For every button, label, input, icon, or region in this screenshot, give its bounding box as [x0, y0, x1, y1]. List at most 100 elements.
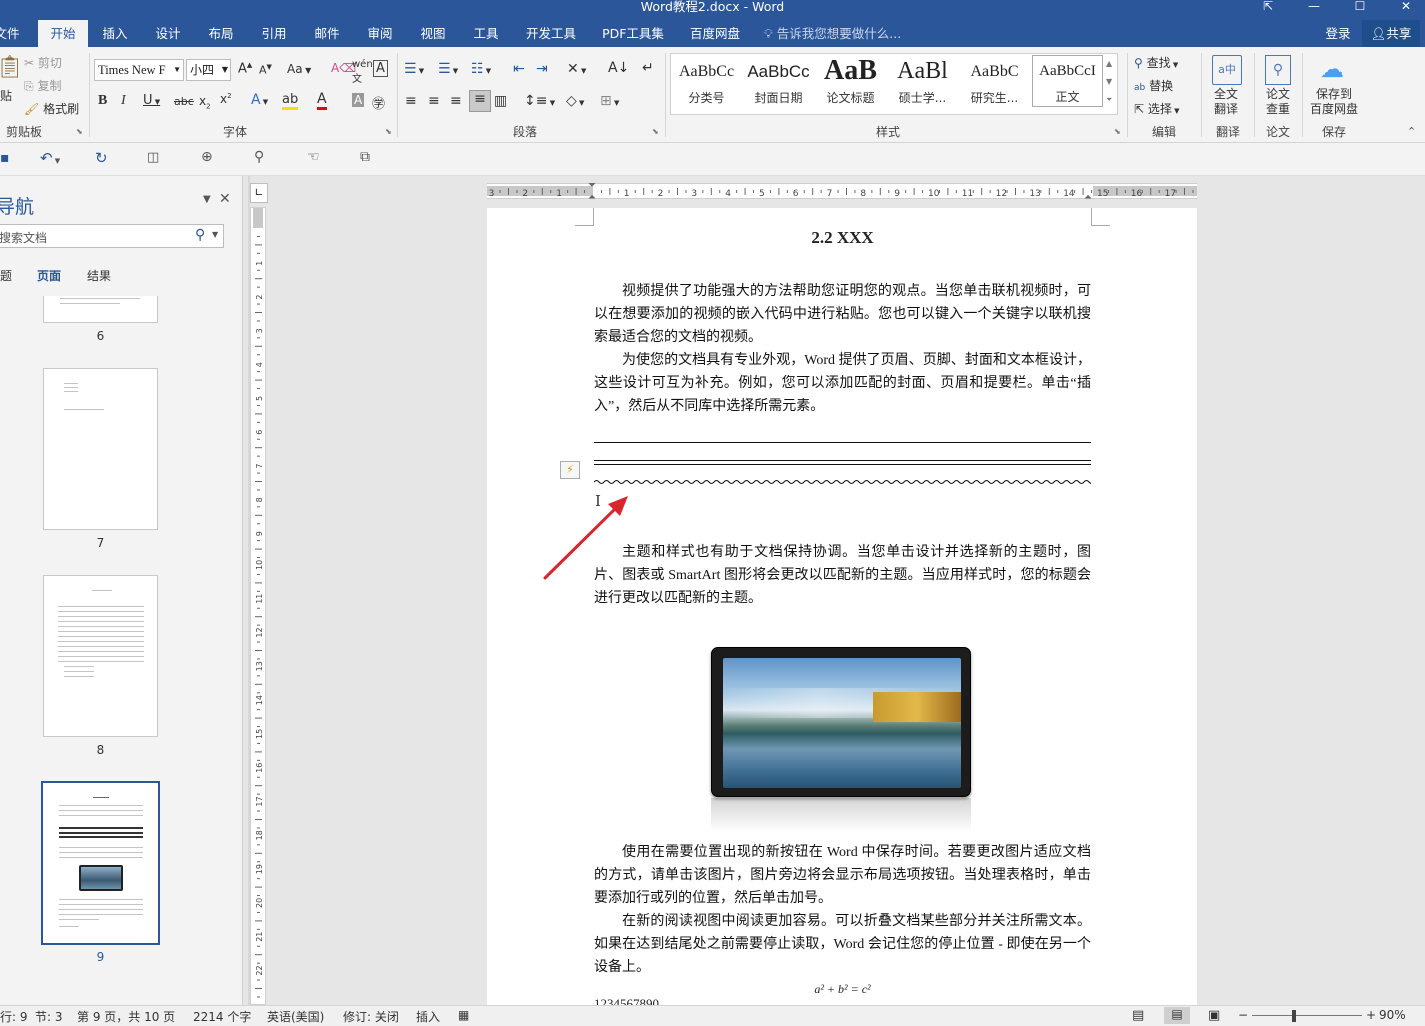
italic-button[interactable]: I — [121, 93, 126, 109]
format-painter-button[interactable]: 🖌︎ 格式刷 — [24, 100, 79, 117]
justify-icon[interactable]: ≡ — [469, 90, 491, 112]
tablet-image[interactable] — [711, 647, 971, 797]
tab-baidu-netdisk[interactable]: 百度网盘 — [684, 20, 746, 47]
chinese-layout-icon[interactable]: ✕ ▼ — [567, 61, 586, 77]
align-right-icon[interactable]: ≡ — [450, 93, 462, 109]
tab-layout[interactable]: 布局 — [200, 20, 242, 47]
nav-close-icon[interactable]: ✕ — [219, 191, 231, 207]
change-case-button[interactable]: Aa ▼ — [287, 62, 311, 76]
redo-icon[interactable]: ↻ — [95, 149, 108, 167]
nav-tab-results[interactable]: 结果 — [87, 267, 111, 284]
status-row[interactable]: 行: 9 — [0, 1008, 28, 1025]
status-language[interactable]: 英语(美国) — [267, 1008, 324, 1025]
tab-view[interactable]: 视图 — [412, 20, 454, 47]
doc-paragraph-2[interactable]: 为使您的文档具有专业外观，Word 提供了页眉、页脚、封面和文本框设计，这些设计… — [594, 349, 1091, 418]
shading-icon[interactable]: ◇ ▼ — [566, 93, 584, 109]
decrease-indent-icon[interactable]: ⇤ — [513, 61, 525, 77]
tab-developer[interactable]: 开发工具 — [518, 20, 584, 47]
tab-pdf-tools[interactable]: PDF工具集 — [596, 20, 670, 47]
replace-button[interactable]: ab 替换 — [1134, 77, 1173, 94]
login-link[interactable]: 登录 — [1318, 20, 1358, 47]
font-name-combo[interactable]: Times New F ▼ — [94, 59, 184, 81]
tab-selector[interactable]: ∟ — [250, 183, 268, 203]
status-revision[interactable]: 修订: 关闭 — [343, 1008, 399, 1025]
bold-button[interactable]: B — [98, 93, 107, 109]
undo-icon[interactable]: ↶ ▼ — [40, 149, 60, 167]
zoom-slider-thumb[interactable] — [1292, 1010, 1296, 1022]
save-baidu-button[interactable]: 保存到 百度网盘 — [1310, 87, 1358, 117]
paper-check-icon[interactable]: ⚲ — [1265, 55, 1291, 85]
increase-indent-icon[interactable]: ⇥ — [536, 61, 548, 77]
paper-check-button[interactable]: 论文 查重 — [1266, 87, 1290, 117]
style-item-paper-title[interactable]: AaB 论文标题 — [815, 57, 886, 111]
customize-qat-icon[interactable]: ⧉ — [360, 149, 370, 165]
web-view-icon[interactable]: ▣ — [1208, 1008, 1220, 1023]
doc-paragraph-4[interactable]: 使用在需要位置出现的新按钮在 Word 中保存时间。若要更改图片适应文档的方式，… — [594, 841, 1091, 910]
doc-paragraph-5[interactable]: 在新的阅读视图中阅读更加容易。可以折叠文档某些部分并关注所需文本。如果在达到结尾… — [594, 910, 1091, 979]
read-mode-icon[interactable]: ◫ — [147, 150, 159, 165]
save-icon[interactable]: ▪ — [0, 150, 10, 166]
maximize-button[interactable]: ☐ — [1337, 0, 1383, 20]
zoom-slider[interactable] — [1252, 1015, 1362, 1016]
touch-mode-icon[interactable]: ☜ — [307, 149, 320, 165]
doc-paragraph-3[interactable]: 主题和样式也有助于文档保持协调。当您单击设计并选择新的主题时，图片、图表或 Sm… — [594, 541, 1091, 610]
numbering-icon[interactable]: ☰ ▼ — [438, 61, 458, 77]
shrink-font-icon[interactable]: A▼ — [259, 63, 272, 77]
font-launcher-icon[interactable]: ⬊ — [385, 127, 392, 136]
status-word-count[interactable]: 2214 个字 — [193, 1008, 251, 1025]
tab-file[interactable]: 文件 — [0, 20, 20, 47]
tab-design[interactable]: 设计 — [147, 20, 189, 47]
chevron-down-icon[interactable]: ▼ — [212, 230, 218, 239]
tab-insert[interactable]: 插入 — [94, 20, 136, 47]
highlight-icon[interactable]: ab — [282, 92, 299, 110]
nav-search-input[interactable]: 搜索文档 ⚲ ▼ — [0, 224, 224, 248]
font-color-icon[interactable]: A — [317, 91, 327, 110]
paragraph-launcher-icon[interactable]: ⬊ — [652, 127, 659, 136]
strikethrough-button[interactable]: abc — [174, 95, 194, 108]
nav-options-icon[interactable]: ▼ — [203, 194, 211, 205]
doc-last-line[interactable]: 1234567890 — [594, 997, 659, 1005]
status-insert-mode[interactable]: 插入 — [416, 1008, 440, 1025]
status-section[interactable]: 节: 3 — [35, 1008, 63, 1025]
find-button[interactable]: ⚲ 查找 ▼ — [1134, 54, 1178, 71]
styles-launcher-icon[interactable]: ⬊ — [1114, 127, 1121, 136]
clipboard-launcher-icon[interactable]: ⬊ — [76, 127, 83, 136]
read-view-icon[interactable]: ▤ — [1132, 1008, 1144, 1023]
style-item-classification[interactable]: AaBbCc 分类号 — [671, 57, 742, 111]
underline-button[interactable]: U ▼ — [143, 93, 160, 108]
collapse-ribbon-icon[interactable]: ⌃ — [1407, 125, 1416, 138]
zoom-in-icon[interactable]: + — [1366, 1008, 1376, 1022]
show-marks-icon[interactable]: ↵ — [642, 60, 654, 76]
char-shading-icon[interactable]: A — [352, 93, 365, 107]
tab-home[interactable]: 开始 — [38, 20, 88, 47]
chevron-down-icon[interactable]: ▼ — [173, 60, 181, 80]
tab-review[interactable]: 审阅 — [359, 20, 401, 47]
grow-font-icon[interactable]: A▲ — [238, 61, 252, 76]
web-layout-icon[interactable]: ⊕ — [201, 149, 213, 165]
doc-formula[interactable]: a² + b² = c² — [594, 982, 1091, 997]
superscript-button[interactable]: x2 — [220, 92, 232, 106]
macro-record-icon[interactable]: ▦ — [458, 1008, 469, 1022]
style-item-cover-date[interactable]: AaBbCc 封面日期 — [743, 57, 814, 111]
text-effects-icon[interactable]: A ▼ — [251, 92, 268, 108]
doc-heading[interactable]: 2.2 XXX — [594, 228, 1091, 248]
align-center-icon[interactable]: ≡ — [428, 93, 440, 109]
horizontal-ruler[interactable]: ⏷ ⏶ ⏶ 3 2 1 1 2 3 4 5 6 7 8 9 10 11 12 13 14 15 16 17 — [487, 180, 1197, 203]
style-item-master[interactable]: AaBl 硕士学... — [887, 57, 958, 111]
tab-tools[interactable]: 工具 — [465, 20, 507, 47]
bullets-icon[interactable]: ☰ ▼ — [404, 61, 424, 77]
select-button[interactable]: ⇱ 选择 ▼ — [1134, 100, 1180, 117]
sort-icon[interactable]: A↓ — [608, 60, 629, 76]
baidu-cloud-icon[interactable]: ☁︎ — [1320, 55, 1344, 83]
close-button[interactable]: ✕ — [1383, 0, 1425, 20]
print-preview-icon[interactable]: ⚲ — [254, 149, 264, 165]
align-left-icon[interactable]: ≡ — [405, 93, 417, 109]
distribute-icon[interactable]: ▥ — [494, 93, 507, 109]
tab-mailings[interactable]: 邮件 — [306, 20, 348, 47]
ribbon-display-icon[interactable]: ⇱ — [1245, 0, 1291, 20]
line-spacing-icon[interactable]: ↕≡ ▼ — [524, 93, 555, 109]
phonetic-guide-icon[interactable]: wén 文 — [352, 59, 373, 85]
share-button[interactable]: 👤︎共享 — [1362, 20, 1420, 47]
styles-scroll-icons[interactable]: ▲ ▼ ⏷ — [1106, 55, 1112, 109]
page-thumbnail-7[interactable] — [43, 368, 158, 530]
